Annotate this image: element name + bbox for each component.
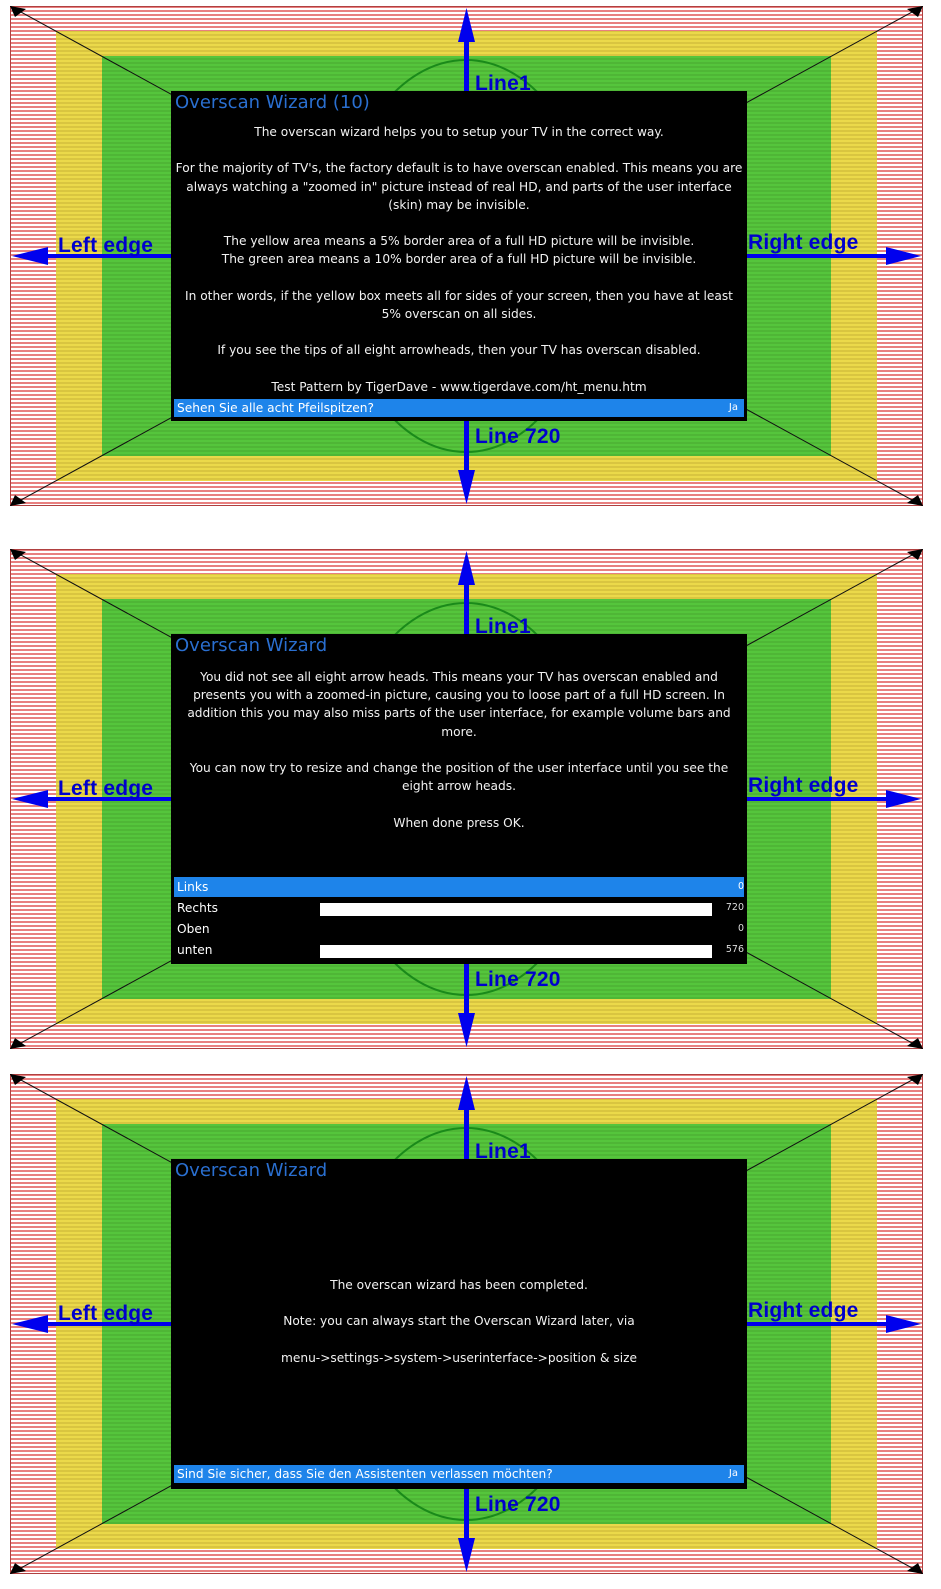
right-edge-label: Right edge xyxy=(748,231,859,254)
setting-label: unten xyxy=(177,943,213,957)
setting-row-links[interactable]: Links 0 xyxy=(174,877,744,897)
body-line: Test Pattern by TigerDave - www.tigerdav… xyxy=(271,379,647,394)
left-edge-label: Left edge xyxy=(58,777,154,800)
test-pattern-panel-1: Line1 Line 720 Left edge Right edge Over… xyxy=(10,6,923,511)
body-gap xyxy=(175,741,743,759)
dialog-body: The overscan wizard has been completed. … xyxy=(175,1276,743,1367)
dialog-title: Overscan Wizard xyxy=(175,1160,328,1181)
body-line: For the majority of TV's, the factory de… xyxy=(175,161,743,212)
body-line: When done press OK. xyxy=(393,815,525,830)
body-gap xyxy=(175,323,743,341)
body-line: You can now try to resize and change the… xyxy=(189,761,729,794)
setting-value: 720 xyxy=(725,902,744,913)
setting-slider[interactable] xyxy=(320,945,712,958)
setting-label: Oben xyxy=(177,922,210,936)
setting-value: 576 xyxy=(725,944,744,955)
test-pattern-panel-3: Line1 Line 720 Left edge Right edge Over… xyxy=(10,1074,923,1579)
right-edge-label: Right edge xyxy=(748,1299,859,1322)
dialog-body: The overscan wizard helps you to setup y… xyxy=(175,123,743,396)
question-text: Sind Sie sicher, dass Sie den Assistente… xyxy=(177,1467,553,1481)
body-line: If you see the tips of all eight arrowhe… xyxy=(217,343,701,358)
dialog-title: Overscan Wizard (10) xyxy=(175,92,370,113)
line720-label: Line 720 xyxy=(475,968,561,991)
left-edge-label: Left edge xyxy=(58,1302,154,1325)
dialog-body: You did not see all eight arrow heads. T… xyxy=(175,668,743,832)
setting-label: Links xyxy=(177,880,209,894)
body-gap xyxy=(175,795,743,813)
overscan-wizard-dialog: Overscan Wizard You did not see all eigh… xyxy=(171,634,747,964)
body-gap xyxy=(175,214,743,232)
setting-row-unten[interactable]: unten 576 xyxy=(174,940,744,960)
setting-slider[interactable] xyxy=(320,903,712,916)
overscan-wizard-dialog: Overscan Wizard The overscan wizard has … xyxy=(171,1159,747,1489)
setting-value: 0 xyxy=(737,881,744,892)
line720-label: Line 720 xyxy=(475,425,561,448)
body-gap xyxy=(175,1331,743,1349)
question-text: Sehen Sie alle acht Pfeilspitzen? xyxy=(177,401,374,415)
body-line: In other words, if the yellow box meets … xyxy=(185,288,733,321)
setting-row-oben[interactable]: Oben 0 xyxy=(174,919,744,939)
setting-row-rechts[interactable]: Rechts 720 xyxy=(174,898,744,918)
setting-label: Rechts xyxy=(177,901,218,915)
body-line: You did not see all eight arrow heads. T… xyxy=(187,670,731,739)
body-line: The overscan wizard helps you to setup y… xyxy=(254,125,664,139)
body-gap xyxy=(175,141,743,159)
body-line: menu->settings->system->userinterface->p… xyxy=(280,1350,637,1365)
body-gap xyxy=(175,360,743,378)
body-line: The overscan wizard has been completed. xyxy=(330,1278,588,1292)
setting-value: 0 xyxy=(737,923,744,934)
body-line: The yellow area means a 5% border area o… xyxy=(223,234,695,249)
question-row[interactable]: Sehen Sie alle acht Pfeilspitzen? Ja xyxy=(174,399,744,417)
line720-label: Line 720 xyxy=(475,1493,561,1516)
test-pattern-panel-2: Line1 Line 720 Left edge Right edge Over… xyxy=(10,549,923,1054)
overscan-wizard-dialog: Overscan Wizard (10) The overscan wizard… xyxy=(171,91,747,421)
body-gap xyxy=(175,269,743,287)
right-edge-label: Right edge xyxy=(748,774,859,797)
question-value: Ja xyxy=(728,402,738,413)
question-value: Ja xyxy=(728,1468,738,1479)
question-row[interactable]: Sind Sie sicher, dass Sie den Assistente… xyxy=(174,1465,744,1483)
left-edge-label: Left edge xyxy=(58,234,154,257)
body-line: The green area means a 10% border area o… xyxy=(221,252,697,267)
body-gap xyxy=(175,1294,743,1312)
dialog-title: Overscan Wizard xyxy=(175,635,328,656)
body-line: Note: you can always start the Overscan … xyxy=(283,1314,635,1329)
